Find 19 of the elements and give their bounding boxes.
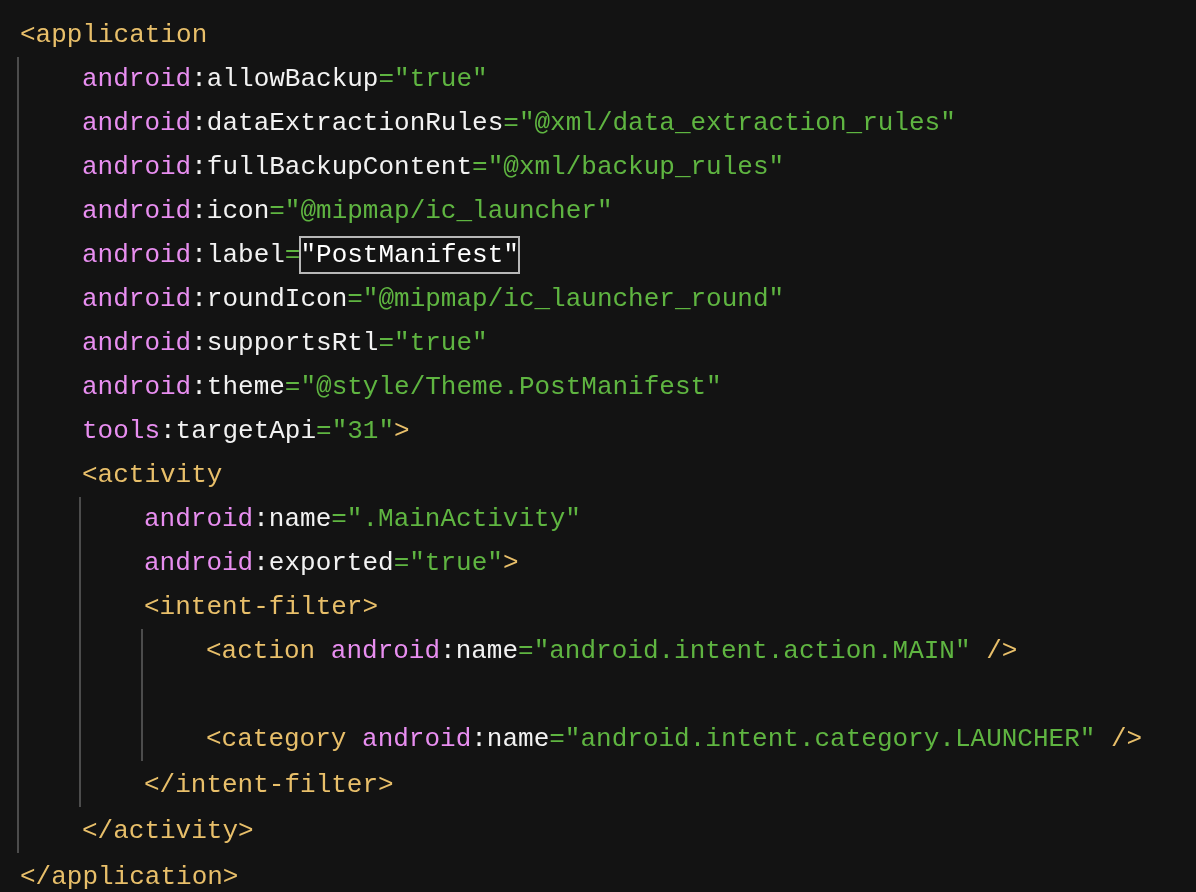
code-line: </activity> <box>82 815 254 848</box>
code-line: <activity <box>82 459 223 492</box>
code-line: android:icon="@mipmap/ic_launcher" <box>82 195 613 228</box>
code-line: android:dataExtractionRules="@xml/data_extraction_rules" <box>82 107 956 140</box>
code-line: android:allowBackup="true" <box>82 63 488 96</box>
code-line: </intent-filter> <box>144 769 394 802</box>
code-line: android:fullBackupContent="@xml/backup_rules" <box>82 151 785 184</box>
code-line: tools:targetApi="31"> <box>82 415 410 448</box>
code-line: <application <box>20 19 208 52</box>
code-line: android:supportsRtl="true" <box>82 327 488 360</box>
code-line: </application> <box>20 861 239 892</box>
code-line: android:label="PostManifest" <box>82 233 519 277</box>
code-line: <category android:name="android.intent.category.LAUNCHER" /> <box>206 723 1143 756</box>
code-line: android:name=".MainActivity" <box>144 503 581 536</box>
code-line: android:exported="true"> <box>144 547 519 580</box>
code-line: android:roundIcon="@mipmap/ic_launcher_round" <box>82 283 785 316</box>
code-line: android:theme="@style/Theme.PostManifest" <box>82 371 722 404</box>
code-line: <action android:name="android.intent.action.MAIN" /> <box>206 635 1018 668</box>
code-line: <intent-filter> <box>144 591 379 624</box>
